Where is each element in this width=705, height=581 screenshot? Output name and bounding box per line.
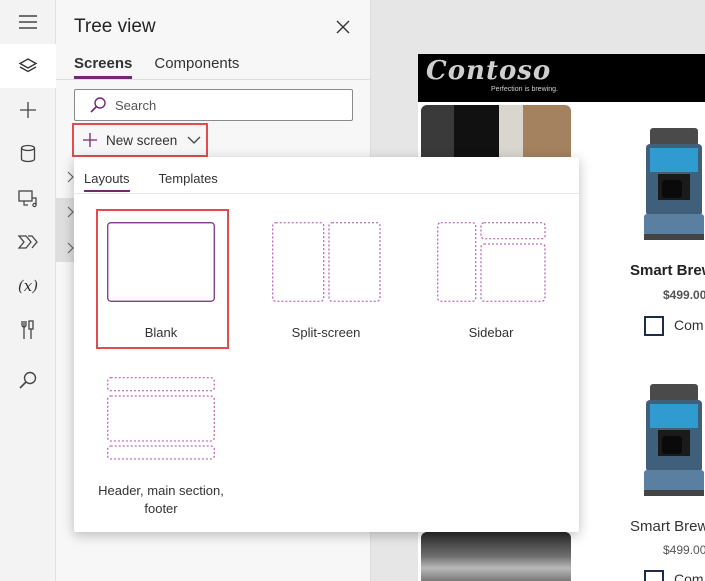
product-price: $499.00 [663,543,705,557]
compare-label: Com [674,571,704,581]
layout-label: Split-screen [291,325,361,340]
new-screen-button[interactable]: New screen [72,123,208,157]
close-button[interactable] [333,17,353,37]
layers-icon[interactable] [0,44,56,88]
tab-templates[interactable]: Templates [159,171,218,192]
tab-components[interactable]: Components [154,55,239,79]
database-icon[interactable] [0,132,56,176]
close-icon [336,20,350,34]
header-main-footer-layout-thumbnail [107,377,215,466]
coffee-machine-image [644,384,704,496]
power-automate-icon[interactable] [0,220,56,264]
search-input[interactable]: Search [74,89,353,121]
search-placeholder: Search [115,97,157,113]
layout-label: Sidebar [468,325,514,340]
tab-layouts[interactable]: Layouts [84,171,130,192]
split-screen-layout-thumbnail [272,222,382,307]
divider [74,193,579,194]
product-name: Smart Brew [630,262,705,279]
compare-checkbox[interactable] [644,570,664,581]
panel-title: Tree view [74,16,156,37]
compare-label: Com [674,317,704,333]
media-icon[interactable] [0,176,56,220]
search-icon[interactable] [0,358,56,402]
sidebar-layout-thumbnail [437,222,547,307]
selection-highlight [96,209,229,349]
search-icon [90,97,106,113]
tagline: Perfection is brewing. [491,86,558,93]
new-screen-flyout: Layouts Templates Blank Split-screen Sid… [74,157,579,532]
product-price: $499.00 [663,288,705,302]
tools-icon[interactable] [0,308,56,352]
left-rail: (x) [0,0,56,581]
variables-icon-text: (x) [17,277,39,295]
divider [56,79,371,80]
product-image [421,532,571,581]
app-header: Contoso Perfection is brewing. [418,54,705,102]
flyout-tabs: Layouts Templates [84,171,218,192]
tab-screens[interactable]: Screens [74,55,133,79]
hamburger-menu-icon[interactable] [0,0,56,44]
variables-icon[interactable]: (x) [0,264,56,308]
coffee-machine-image [644,128,704,240]
plus-icon [83,133,97,147]
tree-view-tabs: Screens Components [74,55,239,79]
plus-icon[interactable] [0,88,56,132]
contoso-logo: Contoso [426,56,552,86]
compare-checkbox[interactable] [644,316,664,336]
product-name: Smart Brew [630,518,705,535]
chevron-down-icon [187,136,201,144]
layout-label: Header, main section, footer [98,483,224,516]
new-screen-label: New screen [106,132,178,148]
